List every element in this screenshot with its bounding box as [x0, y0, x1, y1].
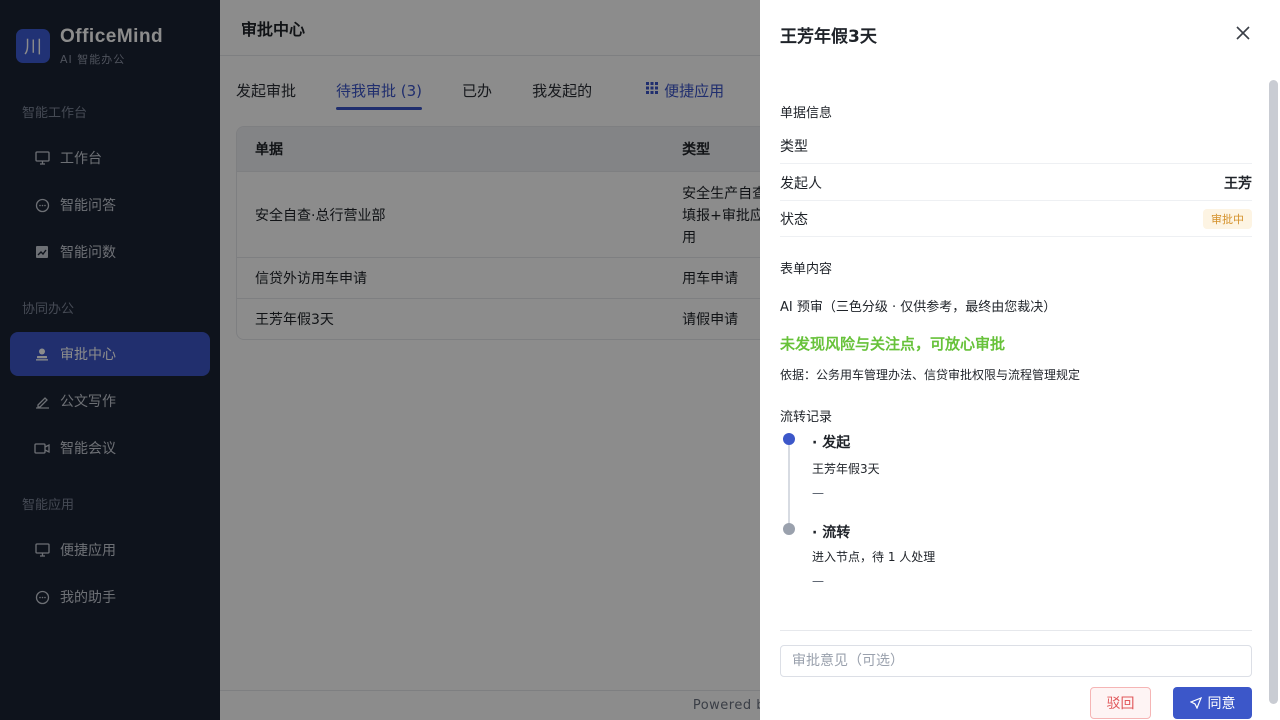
close-button[interactable]	[1232, 24, 1254, 46]
timeline-dash: —	[812, 574, 824, 588]
timeline-dash: —	[812, 486, 824, 500]
close-icon	[1236, 26, 1250, 44]
status-badge: 审批中	[1203, 208, 1252, 229]
field-key: 发起人	[780, 175, 822, 192]
timeline-dot-active	[783, 433, 795, 445]
timeline-desc: 王芳年假3天	[812, 462, 880, 476]
ai-review-heading: AI 预审（三色分级 · 仅供参考，最终由您裁决）	[780, 300, 1057, 315]
ai-review-result: 未发现风险与关注点，可放心审批	[780, 335, 1006, 353]
field-key: 状态	[780, 211, 808, 228]
approve-button[interactable]: 同意	[1173, 687, 1252, 719]
detail-drawer: 王芳年假3天 单据信息 类型 发起人 王芳 状态 审批中 表单内容 AI 预审（…	[760, 0, 1280, 720]
timeline-line	[788, 445, 790, 525]
ai-review-basis: 依据：公务用车管理办法、信贷审批权限与流程管理规定	[780, 368, 1081, 382]
timeline-dot	[783, 523, 795, 535]
field-type: 类型	[780, 128, 1252, 164]
timeline-title: · 发起	[812, 435, 851, 451]
field-status: 状态 审批中	[780, 201, 1252, 237]
section-doc-info: 单据信息	[780, 106, 833, 121]
send-icon	[1189, 697, 1202, 709]
approve-label: 同意	[1207, 696, 1236, 712]
timeline-desc: 进入节点，待 1 人处理	[812, 550, 936, 564]
divider	[780, 630, 1252, 631]
section-form-content: 表单内容	[780, 262, 833, 277]
field-key: 类型	[780, 138, 808, 155]
drawer-title: 王芳年假3天	[780, 27, 877, 47]
field-value: 王芳	[1224, 175, 1252, 192]
reject-button[interactable]: 驳回	[1090, 687, 1151, 719]
section-flow-records: 流转记录	[780, 410, 833, 425]
field-initiator: 发起人 王芳	[780, 165, 1252, 201]
timeline-title: · 流转	[812, 525, 851, 541]
drawer-scrollbar[interactable]	[1269, 80, 1278, 704]
approval-comment-input[interactable]	[780, 645, 1252, 677]
